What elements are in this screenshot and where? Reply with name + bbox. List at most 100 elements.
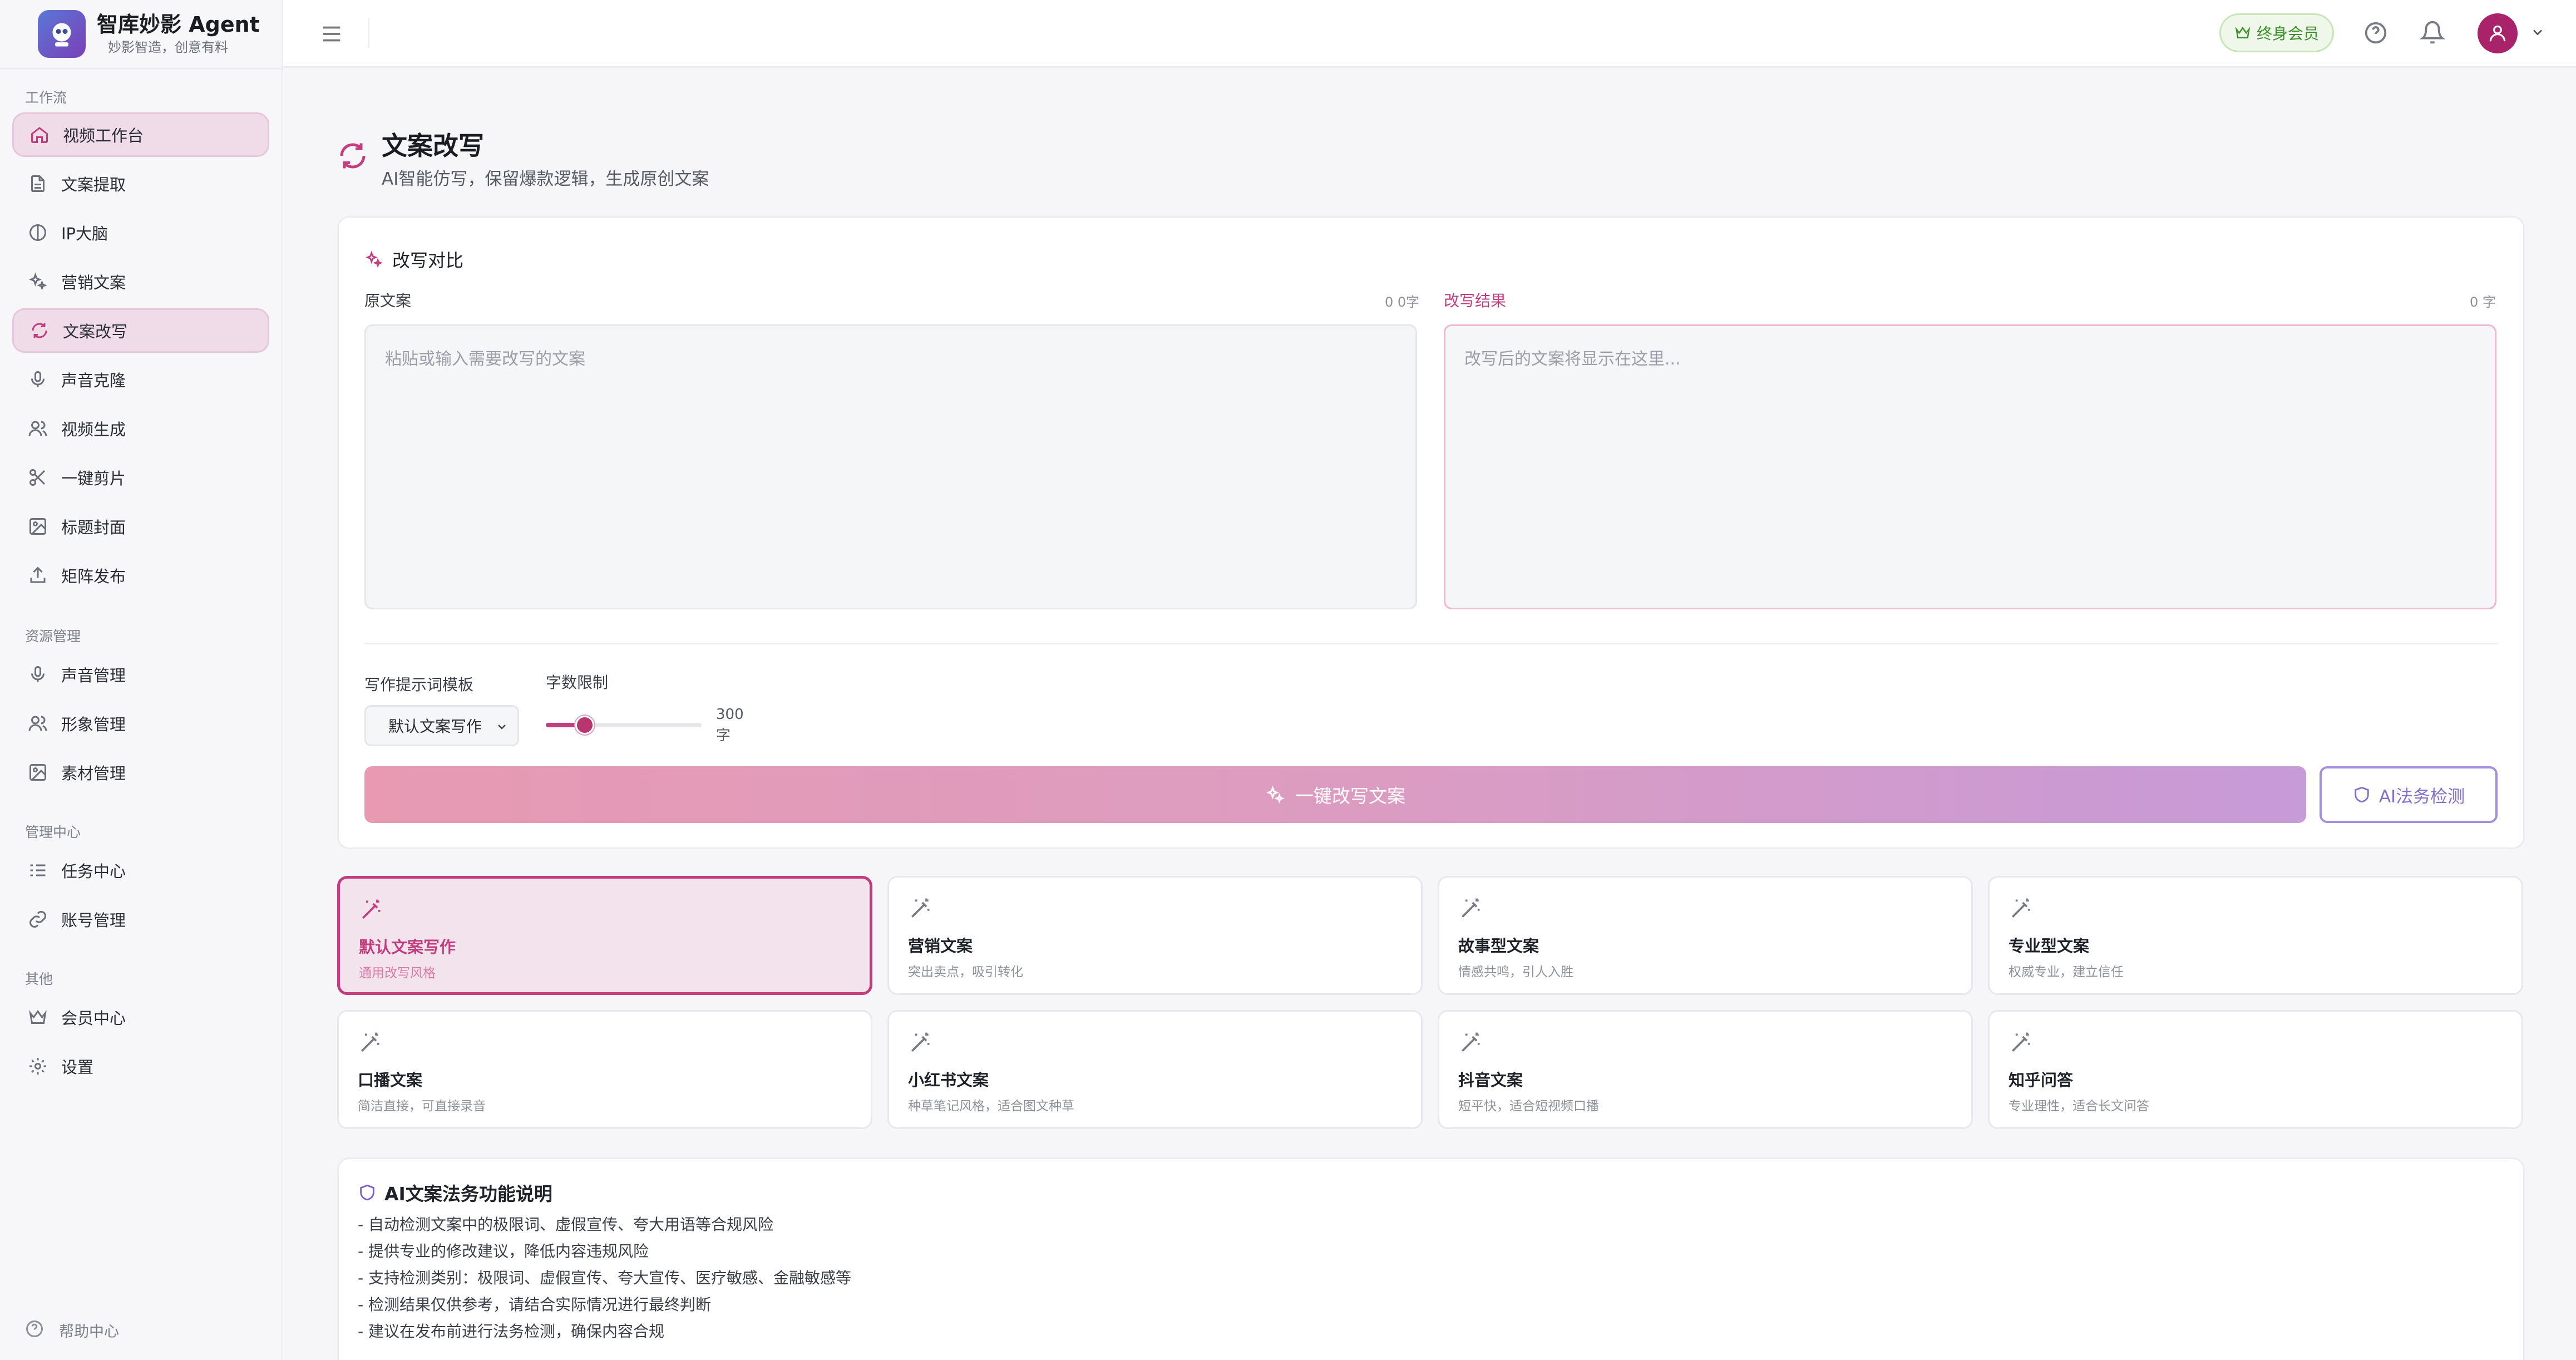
help-icon bbox=[24, 1319, 47, 1341]
magic-wand-icon bbox=[2009, 896, 2033, 921]
template-desc: 专业理性，适合长文问答 bbox=[2009, 1099, 2149, 1113]
refresh-icon bbox=[28, 319, 51, 342]
template-desc: 突出卖点，吸引转化 bbox=[908, 965, 1023, 979]
refresh-icon bbox=[336, 139, 369, 173]
word-limit-unit: 字 bbox=[716, 727, 731, 744]
sidebar-item-label: 文案改写 bbox=[63, 322, 128, 341]
legal-info-heading: AI文案法务功能说明 bbox=[358, 1179, 552, 1206]
word-limit-label: 字数限制 bbox=[546, 673, 609, 692]
section-label-management: 管理中心 bbox=[25, 824, 81, 840]
original-copy-label: 原文案 bbox=[364, 292, 412, 310]
template-card[interactable]: 营销文案突出卖点，吸引转化 bbox=[887, 876, 1423, 995]
chevron-down-icon[interactable] bbox=[2530, 24, 2545, 40]
magic-wand-icon bbox=[358, 1031, 382, 1055]
template-name: 默认文案写作 bbox=[359, 938, 456, 957]
magic-wand-icon bbox=[2009, 1031, 2033, 1055]
crown-icon bbox=[2235, 27, 2251, 38]
magic-wand-icon bbox=[1458, 1031, 1483, 1055]
sidebar-item-voice-clone[interactable]: 声音克隆 bbox=[12, 357, 269, 402]
app-logo bbox=[38, 10, 86, 58]
sidebar-item-copy-extract[interactable]: 文案提取 bbox=[12, 161, 269, 206]
sidebar-item-title-cover[interactable]: 标题封面 bbox=[12, 504, 269, 549]
member-badge-label: 终身会员 bbox=[2256, 24, 2319, 43]
template-card[interactable]: 小红书文案 种草笔记风格，适合图文种草 bbox=[887, 1010, 1423, 1129]
sidebar: 智库妙影 Agent 妙影智造，创意有料 工作流 视频工作台 文案提取 IP大脑… bbox=[0, 0, 283, 1360]
section-label-workflow: 工作流 bbox=[25, 90, 67, 106]
sidebar-item-video-generate[interactable]: 视频生成 bbox=[12, 406, 269, 451]
brand-divider bbox=[0, 68, 283, 70]
template-select[interactable]: 默认文案写作 bbox=[364, 705, 519, 746]
template-card[interactable]: 口播文案 简洁直接，可直接录音 bbox=[337, 1010, 872, 1129]
header-divider bbox=[368, 18, 369, 48]
legal-info-line: - 提供专业的修改建议，降低内容违规风险 bbox=[358, 1242, 649, 1260]
template-card[interactable]: 专业型文案权威专业，建立信任 bbox=[1988, 876, 2523, 995]
sidebar-item-voice-manage[interactable]: 声音管理 bbox=[12, 652, 269, 697]
template-name: 专业型文案 bbox=[2009, 937, 2090, 955]
rewrite-button-label: 一键改写文案 bbox=[1295, 785, 1405, 807]
menu-icon[interactable] bbox=[319, 21, 344, 47]
sidebar-item-help-center[interactable]: 帮助中心 bbox=[24, 1319, 119, 1341]
user-icon bbox=[2489, 25, 2506, 42]
sidebar-item-settings[interactable]: 设置 bbox=[12, 1044, 269, 1088]
slider-thumb[interactable] bbox=[575, 716, 594, 735]
brand[interactable]: 智库妙影 Agent 妙影智造，创意有料 bbox=[38, 9, 260, 59]
sidebar-item-avatar-manage[interactable]: 形象管理 bbox=[12, 701, 269, 746]
rewrite-compare-card: 改写对比 原文案 0 0字 粘贴或输入需要改写的文案 改写结果 0 字 改写后的… bbox=[337, 216, 2525, 849]
sidebar-item-label: 设置 bbox=[61, 1058, 94, 1077]
sparkles-icon bbox=[1266, 785, 1285, 804]
chevron-down-icon bbox=[498, 725, 506, 730]
list-icon bbox=[27, 859, 49, 881]
template-card[interactable]: 抖音文案 短平快，适合短视频口播 bbox=[1438, 1010, 1973, 1129]
sidebar-item-ip-brain[interactable]: IP大脑 bbox=[12, 210, 269, 255]
template-name: 口播文案 bbox=[358, 1071, 423, 1090]
template-card[interactable]: 默认文案写作通用改写风格 bbox=[337, 876, 872, 995]
sidebar-item-matrix-publish[interactable]: 矩阵发布 bbox=[12, 553, 269, 598]
sidebar-item-marketing-copy[interactable]: 营销文案 bbox=[12, 259, 269, 304]
legal-info-title: AI文案法务功能说明 bbox=[384, 1183, 552, 1205]
template-desc: 通用改写风格 bbox=[359, 966, 436, 980]
legal-button-label: AI法务检测 bbox=[2378, 786, 2465, 807]
home-icon bbox=[28, 124, 51, 146]
card-divider bbox=[364, 643, 2498, 644]
template-name: 营销文案 bbox=[908, 937, 973, 955]
sparkles-icon bbox=[366, 250, 383, 268]
sidebar-item-label: 素材管理 bbox=[61, 764, 126, 783]
sidebar-item-account-manage[interactable]: 账号管理 bbox=[12, 897, 269, 942]
sidebar-item-label: IP大脑 bbox=[61, 224, 108, 243]
sidebar-item-task-center[interactable]: 任务中心 bbox=[12, 848, 269, 893]
shield-icon bbox=[360, 1184, 374, 1201]
template-card[interactable]: 故事型文案 情感共鸣，引人入胜 bbox=[1438, 876, 1973, 995]
user-avatar[interactable] bbox=[2478, 13, 2518, 53]
bell-icon[interactable] bbox=[2419, 20, 2446, 46]
rewrite-result-label: 改写结果 bbox=[1444, 292, 1507, 310]
sidebar-item-label: 形象管理 bbox=[61, 715, 126, 734]
template-desc: 情感共鸣，引人入胜 bbox=[1458, 965, 1573, 979]
sidebar-item-member-center[interactable]: 会员中心 bbox=[12, 995, 269, 1039]
sidebar-item-video-workbench[interactable]: 视频工作台 bbox=[12, 112, 269, 157]
magic-wand-icon bbox=[1458, 896, 1483, 921]
original-copy-input[interactable]: 粘贴或输入需要改写的文案 bbox=[364, 324, 1417, 609]
help-icon[interactable] bbox=[2363, 20, 2389, 46]
page-subtitle: AI智能仿写，保留爆款逻辑，生成原创文案 bbox=[382, 169, 709, 189]
top-bar: 终身会员 bbox=[283, 0, 2576, 68]
link-icon bbox=[27, 908, 49, 930]
sidebar-item-copy-rewrite[interactable]: 文案改写 bbox=[12, 308, 269, 353]
magic-wand-icon bbox=[359, 898, 383, 922]
one-click-rewrite-button[interactable]: 一键改写文案 bbox=[364, 766, 2306, 823]
section-label-other: 其他 bbox=[25, 971, 53, 987]
ai-legal-check-button[interactable]: AI法务检测 bbox=[2320, 766, 2498, 823]
word-limit-slider[interactable] bbox=[546, 716, 702, 735]
lifetime-member-badge[interactable]: 终身会员 bbox=[2219, 13, 2334, 52]
sidebar-item-label: 视频生成 bbox=[61, 420, 126, 439]
template-card[interactable]: 知乎问答 专业理性，适合长文问答 bbox=[1988, 1010, 2523, 1129]
original-char-count: 0 0字 bbox=[1385, 294, 1420, 310]
microphone-icon bbox=[27, 368, 49, 391]
sparkles-icon bbox=[27, 270, 49, 293]
scissors-icon bbox=[27, 466, 49, 489]
template-desc: 权威专业，建立信任 bbox=[2009, 965, 2124, 979]
sidebar-item-quick-cut[interactable]: 一键剪片 bbox=[12, 455, 269, 500]
crown-icon bbox=[27, 1006, 49, 1028]
rewrite-result-output[interactable]: 改写后的文案将显示在这里... bbox=[1444, 324, 2496, 609]
sidebar-item-material-manage[interactable]: 素材管理 bbox=[12, 750, 269, 795]
legal-info-card: AI文案法务功能说明 - 自动检测文案中的极限词、虚假宣传、夸大用语等合规风险 … bbox=[337, 1157, 2525, 1360]
